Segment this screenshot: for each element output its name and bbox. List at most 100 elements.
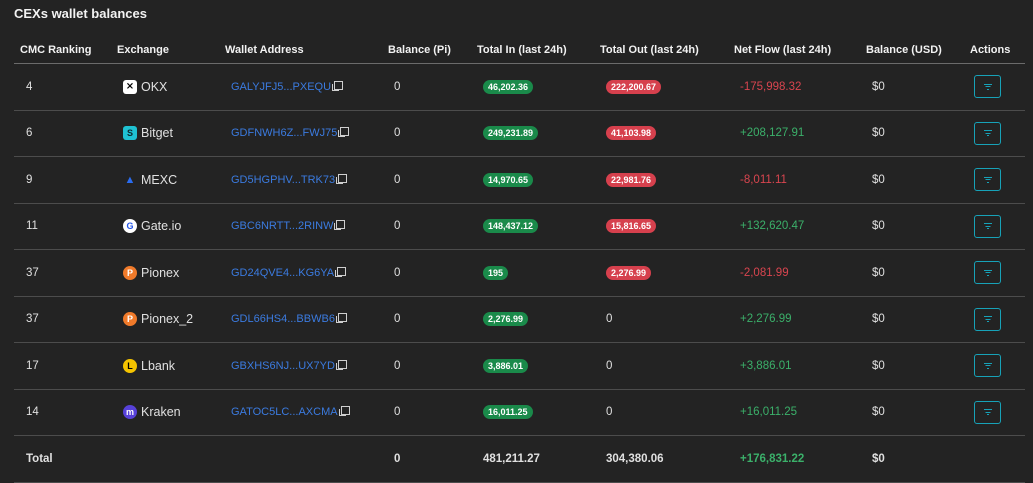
filter-icon: [983, 409, 992, 416]
balance-usd: $0: [860, 156, 964, 204]
exchange-cell[interactable]: P Pionex_2: [123, 312, 219, 327]
total-out-value: 0: [606, 359, 613, 372]
wallet-address-link[interactable]: GATOC5LC...AXCMA: [231, 406, 338, 418]
cmc-rank: 4: [14, 63, 111, 111]
filter-action-button[interactable]: [974, 354, 1001, 378]
total-row: Total 0 481,211.27 304,380.06 +176,831.22 $0: [14, 435, 1025, 483]
balance-pi: 0: [382, 110, 471, 157]
page-title: CEXs wallet balances: [14, 6, 147, 21]
table-row: 17 L Lbank GBXHS6NJ...UX7YD 0 3,886.01 0…: [14, 342, 1025, 390]
copy-icon[interactable]: [335, 359, 347, 370]
filter-icon: [983, 316, 992, 323]
balance-pi: 0: [382, 342, 471, 390]
filter-action-button[interactable]: [974, 400, 1001, 424]
exchange-cell[interactable]: G Gate.io: [123, 219, 219, 234]
net-flow: +208,127.91: [728, 110, 860, 157]
cmc-rank: 9: [14, 156, 111, 204]
filter-action-button[interactable]: [974, 307, 1001, 331]
table-header-row: CMC Ranking Exchange Wallet Address Bala…: [14, 36, 1025, 64]
wallet-address-link[interactable]: GDL66HS4...BBWB6: [231, 313, 335, 325]
total-balance-usd: $0: [860, 435, 964, 483]
total-label: Total: [14, 435, 111, 483]
table-row: 37 P Pionex GD24QVE4...KG6YA 0 195 2,276…: [14, 249, 1025, 297]
table-row: 11 G Gate.io GBC6NRTT...2RINW 0 148,437.…: [14, 203, 1025, 250]
copy-icon[interactable]: [335, 313, 347, 324]
total-exchange: [111, 435, 219, 483]
balance-usd: $0: [860, 203, 964, 250]
balance-usd: $0: [860, 296, 964, 343]
kraken-logo-icon: m: [123, 405, 137, 420]
total-out-value: 15,816.65: [606, 219, 657, 234]
exchange-cell[interactable]: ▲ MEXC: [123, 173, 219, 187]
filter-action-button[interactable]: [974, 121, 1001, 145]
wallet-address-link[interactable]: GDFNWH6Z...FWJ75: [231, 127, 337, 139]
exchange-cell[interactable]: ⨯ OKX: [123, 79, 219, 94]
copy-icon[interactable]: [338, 406, 350, 417]
total-in-badge: 2,276.99: [483, 312, 529, 327]
filter-action-button[interactable]: [974, 75, 1001, 99]
total-wallet: [219, 435, 382, 483]
col-total-in[interactable]: Total In (last 24h): [471, 36, 594, 64]
total-in: 481,211.27: [471, 435, 594, 483]
col-wallet-address[interactable]: Wallet Address: [219, 36, 382, 64]
filter-icon: [983, 176, 992, 183]
exchange-cell[interactable]: L Lbank: [123, 358, 219, 373]
col-balance-usd[interactable]: Balance (USD): [860, 36, 964, 64]
copy-icon[interactable]: [338, 127, 350, 138]
total-in-badge: 46,202.36: [483, 79, 534, 94]
balance-pi: 0: [382, 389, 471, 436]
gateio-logo-icon: G: [123, 219, 137, 234]
col-actions: Actions: [964, 36, 1025, 64]
cmc-rank: 6: [14, 110, 111, 157]
balance-usd: $0: [860, 63, 964, 111]
col-total-out[interactable]: Total Out (last 24h): [594, 36, 728, 64]
copy-icon[interactable]: [332, 80, 344, 91]
balance-pi: 0: [382, 296, 471, 343]
total-in-badge: 3,886.01: [483, 358, 529, 373]
cmc-rank: 37: [14, 249, 111, 297]
exchange-cell[interactable]: m Kraken: [123, 405, 219, 420]
net-flow: +3,886.01: [728, 342, 860, 390]
filter-icon: [983, 83, 992, 90]
total-out-value: 0: [606, 406, 613, 419]
cmc-rank: 17: [14, 342, 111, 390]
table-row: 6 S Bitget GDFNWH6Z...FWJ75 0 249,231.89…: [14, 110, 1025, 157]
filter-icon: [983, 362, 992, 369]
filter-icon: [983, 130, 992, 137]
col-cmc-ranking[interactable]: CMC Ranking: [14, 36, 111, 64]
total-balance-pi: 0: [382, 435, 471, 483]
wallet-address-link[interactable]: GALYJFJ5...PXEQU: [231, 81, 331, 93]
total-out-value: 22,981.76: [606, 172, 657, 187]
wallet-address-link[interactable]: GD24QVE4...KG6YA: [231, 267, 334, 279]
wallet-address-link[interactable]: GBXHS6NJ...UX7YD: [231, 360, 335, 372]
filter-action-button[interactable]: [974, 261, 1001, 285]
total-out-value: 2,276.99: [606, 265, 652, 280]
wallet-address-link[interactable]: GBC6NRTT...2RINW: [231, 220, 333, 232]
filter-action-button[interactable]: [974, 168, 1001, 192]
copy-icon[interactable]: [335, 266, 347, 277]
exchange-cell[interactable]: S Bitget: [123, 126, 219, 141]
table-row: 37 P Pionex_2 GDL66HS4...BBWB6 0 2,276.9…: [14, 296, 1025, 343]
filter-icon: [983, 223, 992, 230]
total-in-badge: 249,231.89: [483, 126, 539, 141]
exchange-name: Gate.io: [141, 219, 182, 234]
col-balance-pi[interactable]: Balance (Pi): [382, 36, 471, 64]
lbank-logo-icon: L: [123, 358, 137, 373]
okx-logo-icon: ⨯: [123, 79, 137, 94]
total-in-badge: 16,011.25: [483, 405, 533, 420]
filter-action-button[interactable]: [974, 214, 1001, 238]
exchange-cell[interactable]: P Pionex: [123, 265, 219, 280]
col-net-flow[interactable]: Net Flow (last 24h): [728, 36, 860, 64]
balance-usd: $0: [860, 389, 964, 436]
total-actions: [964, 435, 1025, 483]
wallet-address-link[interactable]: GD5HGPHV...TRK73: [231, 174, 335, 186]
total-out-value: 222,200.67: [606, 79, 662, 94]
pionex-logo-icon: P: [123, 312, 137, 327]
copy-icon[interactable]: [334, 220, 346, 231]
total-net-flow: +176,831.22: [728, 435, 860, 483]
bitget-logo-icon: S: [123, 126, 137, 141]
total-out: 304,380.06: [594, 435, 728, 483]
col-exchange[interactable]: Exchange: [111, 36, 219, 64]
total-out-value: 41,103.98: [606, 126, 657, 141]
copy-icon[interactable]: [336, 173, 348, 184]
